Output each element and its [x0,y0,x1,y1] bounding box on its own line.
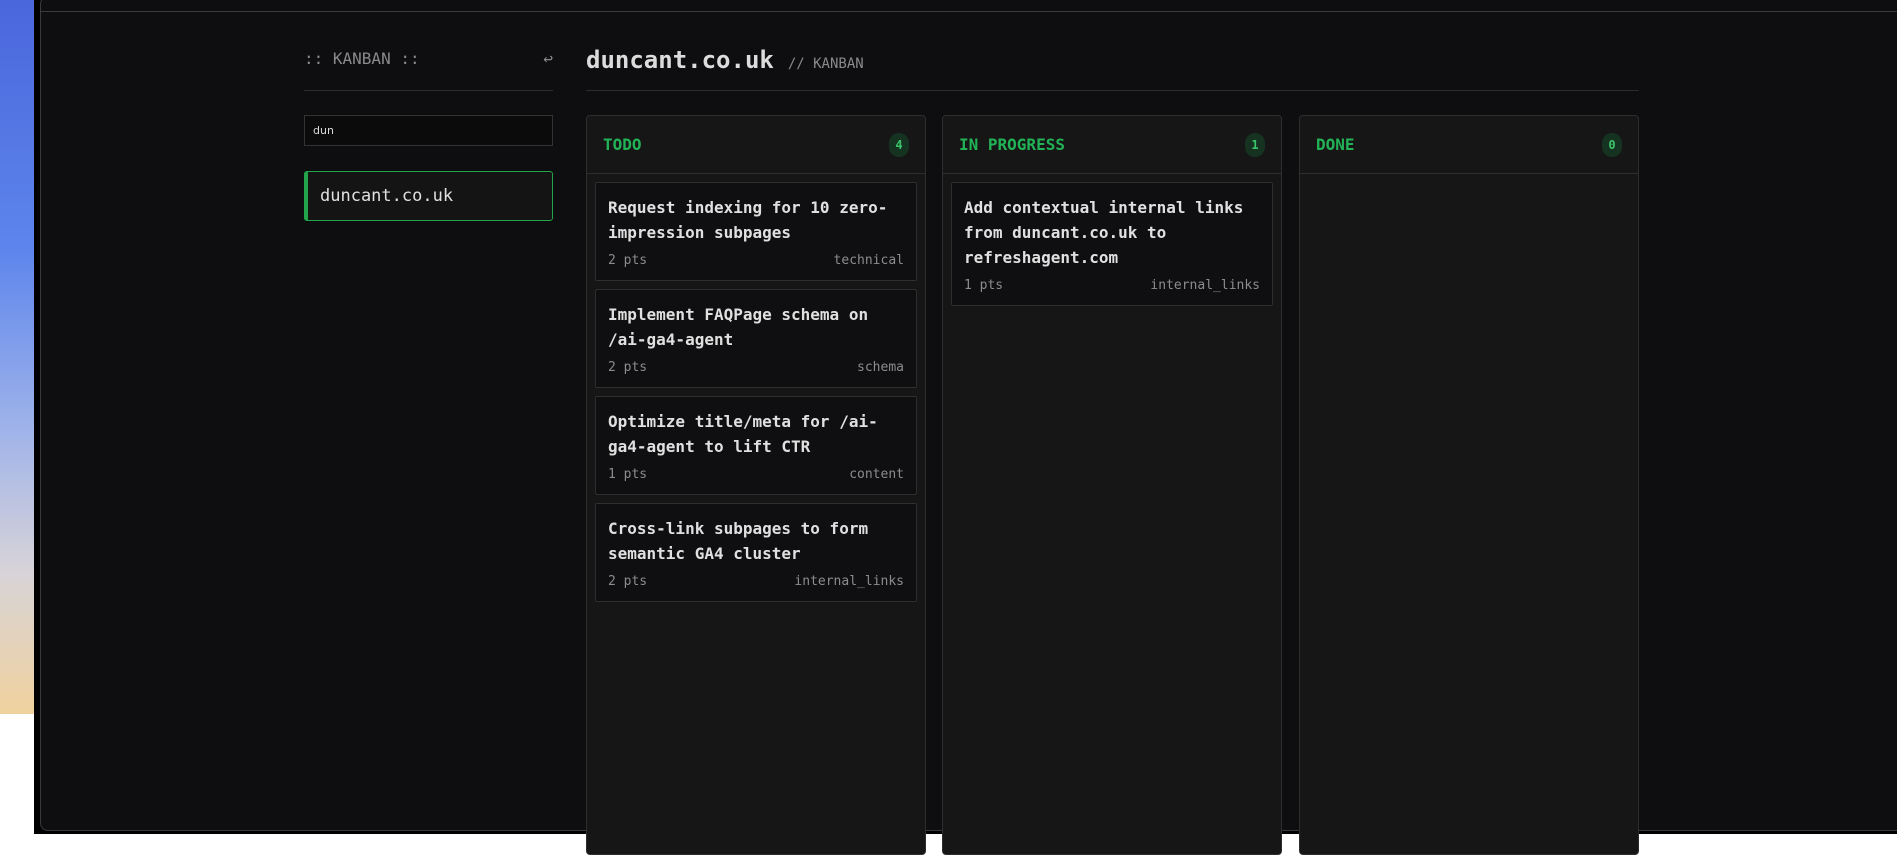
task-card[interactable]: Request indexing for 10 zero-impression … [595,182,917,281]
task-title: Request indexing for 10 zero-impression … [608,198,888,242]
task-points: 2 pts [608,360,648,375]
column-done: DONE 0 [1299,115,1639,855]
column-count-badge: 1 [1245,132,1265,157]
task-points: 2 pts [608,253,648,268]
task-points: 2 pts [608,574,648,589]
column-in-progress: IN PROGRESS 1 Add contextual internal li… [942,115,1282,855]
main: duncant.co.uk // KANBAN [586,46,1639,91]
project-search-input[interactable] [304,115,553,146]
task-card[interactable]: Implement FAQPage schema on /ai-ga4-agen… [595,289,917,388]
column-header: IN PROGRESS 1 [943,116,1281,174]
task-tag: internal_links [794,574,904,589]
task-points: 1 pts [608,467,648,482]
task-title: Cross-link subpages to form semantic GA4… [608,519,869,563]
column-count-badge: 4 [889,132,909,157]
task-tag: internal_links [1150,278,1260,293]
sidebar: :: KANBAN :: ↩ duncant.co.uk [304,46,553,221]
window-top-divider [40,11,1897,12]
column-todo: TODO 4 Request indexing for 10 zero-impr… [586,115,926,855]
project-item-duncant[interactable]: duncant.co.uk [304,171,553,221]
column-title: TODO [603,135,642,154]
column-title: IN PROGRESS [959,135,1065,154]
desktop-wallpaper [0,0,34,714]
task-card[interactable]: Add contextual internal links from dunca… [951,182,1273,306]
page-title: duncant.co.uk [586,46,774,74]
column-title: DONE [1316,135,1355,154]
project-label: duncant.co.uk [320,186,454,206]
task-tag: schema [857,360,904,375]
task-title: Optimize title/meta for /ai-ga4-agent to… [608,412,878,456]
sidebar-title: :: KANBAN :: [304,48,420,68]
task-tag: technical [833,253,904,268]
task-title: Implement FAQPage schema on /ai-ga4-agen… [608,305,869,349]
column-count-badge: 0 [1602,132,1622,157]
task-title: Add contextual internal links from dunca… [964,198,1244,267]
column-header: TODO 4 [587,116,925,174]
divider [304,90,553,91]
page-header: duncant.co.uk // KANBAN [586,46,1639,78]
sidebar-header: :: KANBAN :: ↩ [304,46,553,70]
task-points: 1 pts [964,278,1004,293]
page-subtitle: // KANBAN [787,56,864,72]
task-tag: content [849,467,904,482]
task-card[interactable]: Cross-link subpages to form semantic GA4… [595,503,917,602]
return-arrow-icon[interactable]: ↩ [543,49,553,68]
task-card[interactable]: Optimize title/meta for /ai-ga4-agent to… [595,396,917,495]
divider [586,90,1639,91]
column-header: DONE 0 [1300,116,1638,174]
